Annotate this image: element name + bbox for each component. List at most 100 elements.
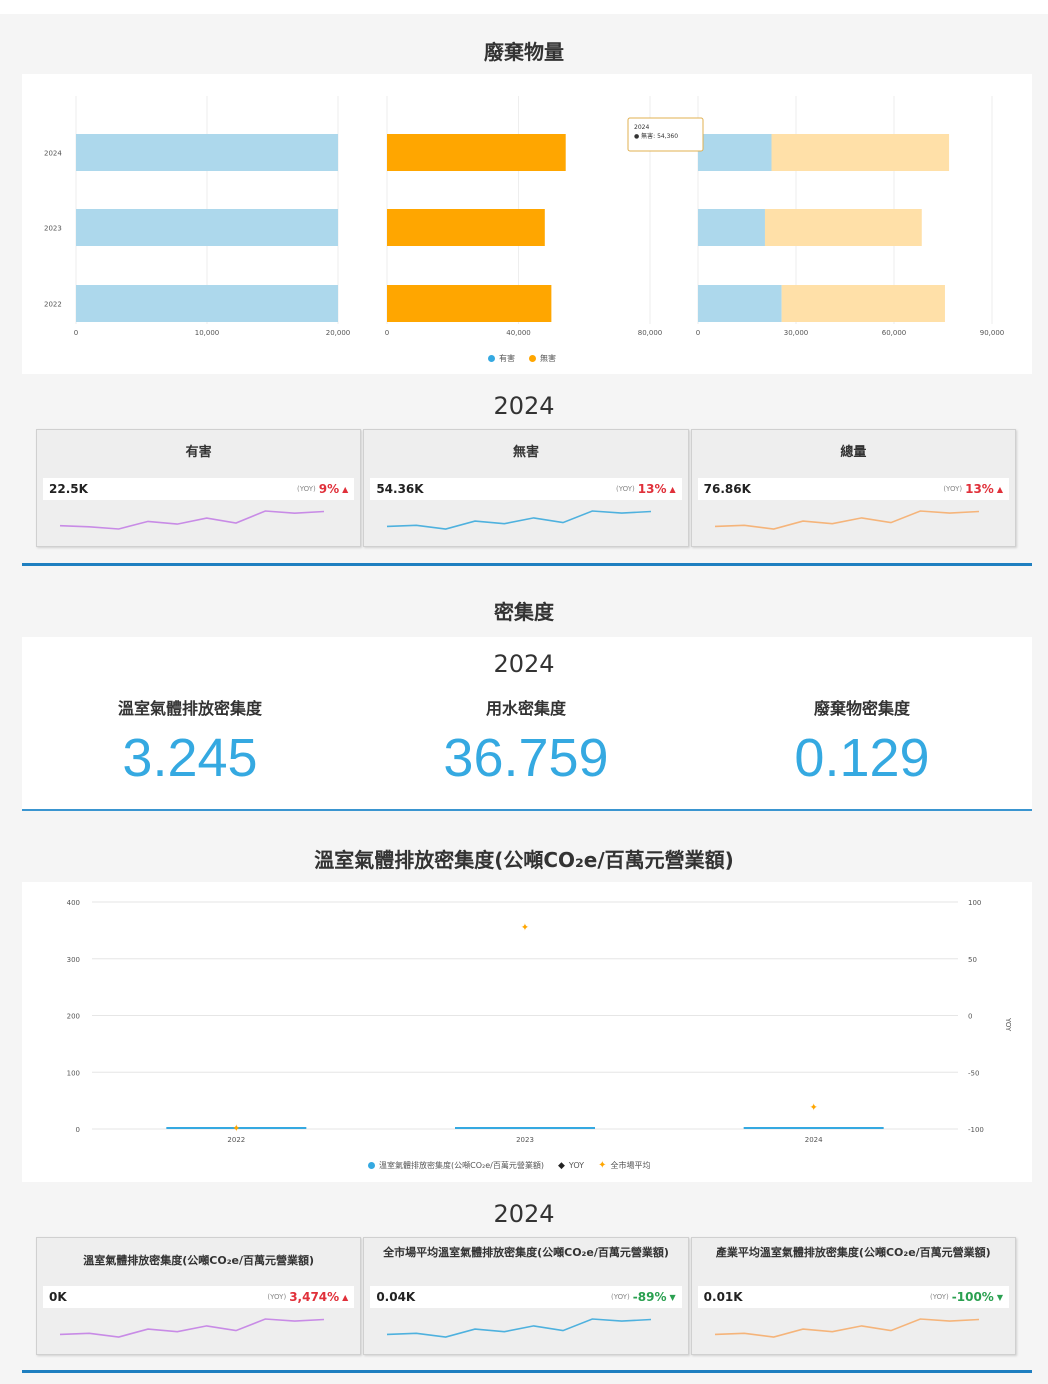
legend-hazard-label: 有害 [499, 354, 515, 363]
legend-item-yoy[interactable]: ◆ YOY [558, 1161, 584, 1171]
sparkline [714, 1318, 979, 1338]
sparkline-path [714, 510, 979, 530]
y-left-tick-label: 300 [67, 956, 80, 964]
y-right-tick-label: -50 [968, 1069, 979, 1077]
y-left-tick-label: 0 [76, 1126, 80, 1134]
kpi-card-title: 有害 [185, 445, 212, 460]
ghg-legend: 溫室氣體排放密集度(公噸CO₂e/百萬元營業額) ◆ YOY ✦ 全市場平均 [368, 1160, 650, 1171]
stat-label: 用水密集度 [485, 699, 566, 718]
kpi-card-title: 溫室氣體排放密集度(公噸CO₂e/百萬元營業額) [83, 1254, 315, 1267]
sparkline-path [59, 510, 325, 530]
bar-total-nonhazard-2022 [781, 285, 945, 322]
yoy-tag: (YOY) [611, 1293, 630, 1301]
arrow-up-icon: ▲ [669, 484, 676, 494]
kpi-card-yoy: (YOY) 3,474% ▲ [267, 1290, 348, 1304]
kpi-card-value: 0.04K [376, 1290, 416, 1304]
arrow-down-icon: ▼ [669, 1292, 676, 1302]
category-label-2022: 2022 [44, 301, 62, 309]
kpi-card-yoy: (YOY) 13% ▲ [616, 482, 676, 496]
stat-value: 3.245 [122, 728, 258, 788]
arrow-down-icon: ▼ [996, 1292, 1003, 1302]
sparkline [387, 510, 652, 530]
y-right-tick-label: 50 [968, 956, 977, 964]
kpi-card-yoy: (YOY) -89% ▼ [611, 1290, 676, 1304]
kpi-card-yoy: (YOY) -100% ▼ [930, 1290, 1003, 1304]
point-market-avg-2023: ✦ [521, 923, 529, 934]
bar-hazard-2023 [76, 209, 338, 246]
stat-ghg-intensity: 溫室氣體排放密集度 3.245 [20, 695, 360, 789]
kpi-card-ghg-intensity[interactable]: 溫室氣體排放密集度(公噸CO₂e/百萬元營業額) 0K (YOY) 3,474%… [36, 1237, 362, 1355]
y-left-tick-label: 100 [67, 1069, 80, 1077]
waste-year: 2024 [493, 392, 555, 420]
arrow-up-icon: ▲ [996, 484, 1003, 494]
legend-item-hazard[interactable]: 有害 [488, 353, 515, 364]
section-divider [22, 563, 1032, 566]
waste-chart-panel: 2024 2023 2022 0 10,000 20,000 0 40,000 80,000 0 3… [22, 74, 1032, 374]
yoy-value: 13% [637, 482, 667, 496]
kpi-card-market-avg[interactable]: 全市場平均溫室氣體排放密集度(公噸CO₂e/百萬元營業額) 0.04K (YOY… [363, 1237, 689, 1355]
kpi-card-total[interactable]: 總量 76.86K (YOY) 13% ▲ [690, 429, 1016, 547]
tooltip-body: ● 無害: 54,360 [634, 132, 678, 140]
waste-bar-chart: 2024 2023 2022 0 10,000 20,000 0 40,000 80,000 0 3… [44, 96, 1004, 337]
y-right-axis-label: YOY [1004, 1017, 1012, 1032]
y-right-tick-label: -100 [968, 1126, 984, 1134]
legend-hazard-swatch [488, 355, 495, 362]
kpi-card-valuebar: 22.5K (YOY) 9% ▲ [43, 478, 355, 500]
kpi-card-value: 0.01K [703, 1290, 743, 1304]
waste-section-title: 廢棄物量 [484, 40, 564, 64]
yoy-value: -100% [951, 1290, 994, 1304]
tooltip: 2024● 無害: 54,360 [627, 117, 704, 152]
legend-item-nonhazard[interactable]: 無害 [529, 353, 556, 364]
point-market-avg-2022: ✦ [232, 1124, 240, 1135]
kpi-card-value: 0K [49, 1290, 67, 1304]
bar-ghg-2023 [455, 1127, 595, 1129]
kpi-card-value: 22.5K [49, 482, 88, 496]
legend-market-avg-label: 全市場平均 [610, 1161, 651, 1170]
x-tick-label: 60,000 [882, 329, 907, 337]
kpi-card-valuebar: 0.01K (YOY) -100% ▼ [697, 1286, 1009, 1308]
kpi-card-industry-avg[interactable]: 產業平均溫室氣體排放密集度(公噸CO₂e/百萬元營業額) 0.01K (YOY)… [690, 1237, 1016, 1355]
x-tick-label: 80,000 [638, 329, 663, 337]
kpi-card-valuebar: 0.04K (YOY) -89% ▼ [370, 1286, 682, 1308]
yoy-tag: (YOY) [616, 485, 635, 493]
legend-market-avg-swatch: ✦ [598, 1160, 607, 1171]
x-tick-label-2024: 2024 [805, 1136, 823, 1144]
bar-total-hazard-2024 [698, 134, 772, 171]
arrow-up-icon: ▲ [342, 484, 349, 494]
ghg-year: 2024 [493, 1200, 555, 1228]
kpi-card-yoy: (YOY) 13% ▲ [943, 482, 1003, 496]
yoy-tag: (YOY) [297, 485, 316, 493]
intensity-section-title: 密集度 [494, 600, 554, 624]
kpi-card-title: 全市場平均溫室氣體排放密集度(公噸CO₂e/百萬元營業額) [383, 1246, 669, 1259]
legend-nonhazard-label: 無害 [540, 354, 556, 363]
ghg-combo-chart: 0 100 200 300 400 -100 -50 0 50 100 YOY 2022 2023 202… [67, 899, 1012, 1144]
sparkline-path [714, 1318, 979, 1338]
ghg-cards: 溫室氣體排放密集度(公噸CO₂e/百萬元營業額) 0K (YOY) 3,474%… [36, 1237, 1016, 1355]
yoy-tag: (YOY) [267, 1293, 287, 1301]
sparkline [387, 1318, 652, 1338]
y-left-tick-label: 400 [67, 899, 80, 907]
sparkline-path [59, 1318, 325, 1338]
top-bar [0, 0, 1048, 14]
ghg-chart-panel: 0 100 200 300 400 -100 -50 0 50 100 YOY 2022 2023 202… [22, 882, 1032, 1182]
kpi-card-valuebar: 54.36K (YOY) 13% ▲ [370, 478, 682, 500]
kpi-card-value: 76.86K [703, 482, 751, 496]
bar-hazard-2024 [76, 134, 338, 171]
y-right-tick-label: 0 [968, 1013, 972, 1021]
kpi-card-nonhazard[interactable]: 無害 54.36K (YOY) 13% ▲ [363, 429, 689, 547]
yoy-tag: (YOY) [943, 485, 963, 493]
legend-item-ghg[interactable]: 溫室氣體排放密集度(公噸CO₂e/百萬元營業額) [368, 1160, 544, 1171]
x-tick-label: 0 [385, 329, 389, 337]
kpi-card-hazard[interactable]: 有害 22.5K (YOY) 9% ▲ [36, 429, 362, 547]
bar-nonhazard-2024 [387, 134, 566, 171]
legend-yoy-swatch: ◆ [557, 1160, 565, 1171]
legend-item-market-avg[interactable]: ✦ 全市場平均 [598, 1160, 650, 1171]
legend-ghg-swatch [368, 1162, 375, 1169]
stat-label: 廢棄物密集度 [813, 699, 910, 718]
x-tick-label-2023: 2023 [516, 1136, 534, 1144]
yoy-value: 9% [318, 482, 340, 496]
kpi-card-valuebar: 0K (YOY) 3,474% ▲ [43, 1286, 355, 1308]
bar-total-nonhazard-2023 [764, 209, 922, 246]
category-label-2024: 2024 [44, 150, 62, 158]
kpi-card-title: 無害 [512, 445, 539, 460]
